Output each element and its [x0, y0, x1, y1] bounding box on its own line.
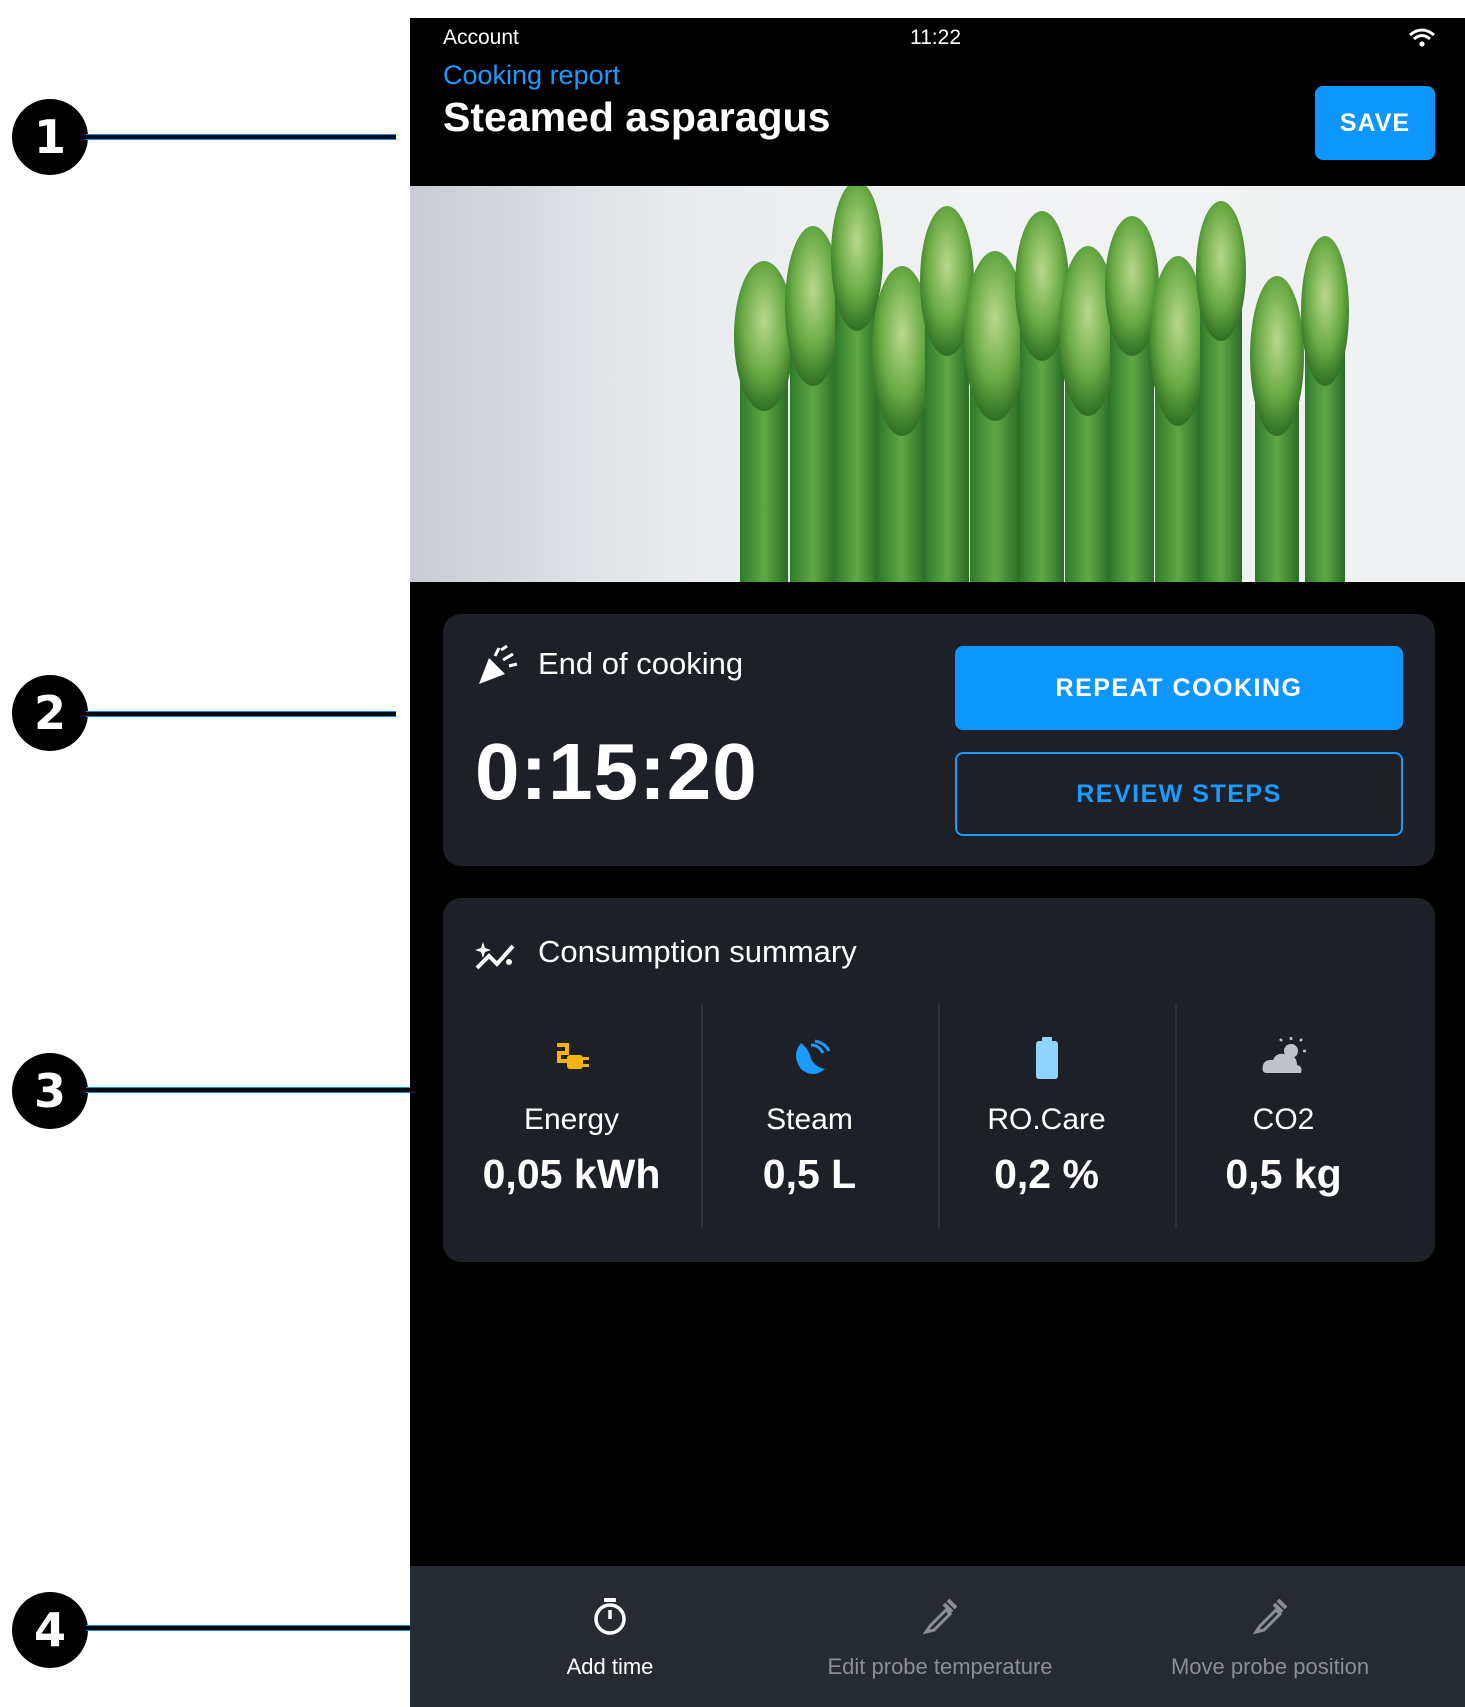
- stopwatch-icon: [445, 1596, 775, 1644]
- wifi-icon: [1409, 28, 1435, 54]
- callout-1-leader: [86, 135, 396, 139]
- ro-care-value: 0,2 %: [994, 1151, 1099, 1197]
- consumption-summary-title: Consumption summary: [538, 934, 857, 969]
- sparkle-chart-icon: [473, 934, 519, 980]
- bottom-action-bar: Add time Edit probe temperature Move pro…: [410, 1566, 1465, 1707]
- callout-3-leader: [86, 1088, 454, 1092]
- probe-icon: [1105, 1596, 1435, 1644]
- page-title: Steamed asparagus: [443, 94, 831, 140]
- page-header: Cooking report Steamed asparagus SAVE: [410, 58, 1465, 204]
- move-probe-position-button[interactable]: Move probe position: [1105, 1566, 1435, 1707]
- edit-probe-temperature-button[interactable]: Edit probe temperature: [775, 1566, 1105, 1707]
- end-of-cooking-card: End of cooking 0:15:20 REPEAT COOKING RE…: [443, 614, 1435, 866]
- co2-label: CO2: [1252, 1103, 1315, 1136]
- party-popper-icon: [473, 644, 519, 690]
- callout-1: 1: [12, 99, 88, 175]
- callout-2-leader: [86, 712, 396, 716]
- steam-label: Steam: [766, 1103, 853, 1136]
- review-steps-button[interactable]: REVIEW STEPS: [955, 752, 1403, 836]
- end-of-cooking-title: End of cooking: [538, 646, 744, 681]
- callout-2: 2: [12, 675, 88, 751]
- ro-care-label: RO.Care: [987, 1103, 1106, 1136]
- co2-value: 0,5 kg: [1225, 1151, 1342, 1197]
- recipe-photo: [410, 186, 1465, 582]
- repeat-cooking-button[interactable]: REPEAT COOKING: [955, 646, 1403, 730]
- move-probe-position-label: Move probe position: [1170, 1654, 1370, 1679]
- callout-3: 3: [12, 1053, 88, 1129]
- energy-metric: Energy 0,05 kWh: [453, 1003, 690, 1229]
- energy-plug-icon: [453, 1035, 690, 1085]
- status-bar: Account 11:22: [410, 18, 1465, 58]
- steam-metric: Steam 0,5 L: [691, 1003, 928, 1229]
- steam-icon: [691, 1035, 928, 1085]
- energy-value: 0,05 kWh: [482, 1151, 661, 1197]
- edit-probe-temperature-label: Edit probe temperature: [827, 1654, 1053, 1679]
- battery-icon: [928, 1035, 1165, 1085]
- callout-4: 4: [12, 1592, 88, 1668]
- energy-label: Energy: [523, 1103, 620, 1136]
- consumption-summary-card: Consumption summary Energy 0,05 kWh Stea…: [443, 898, 1435, 1262]
- probe-icon: [775, 1596, 1105, 1644]
- co2-metric: CO2 0,5 kg: [1165, 1003, 1402, 1229]
- add-time-button[interactable]: Add time: [445, 1566, 775, 1707]
- steam-value: 0,5 L: [762, 1151, 857, 1197]
- save-button[interactable]: SAVE: [1315, 86, 1435, 160]
- add-time-label: Add time: [566, 1654, 654, 1679]
- account-label[interactable]: Account: [443, 26, 519, 50]
- asparagus-illustration: [734, 186, 1349, 582]
- cooking-duration: 0:15:20: [475, 727, 758, 816]
- clock: 11:22: [910, 26, 961, 49]
- cloud-sun-icon: [1165, 1035, 1402, 1085]
- page-subtitle: Cooking report: [443, 60, 621, 90]
- ro-care-metric: RO.Care 0,2 %: [928, 1003, 1165, 1229]
- device-screen: Account 11:22 Cooking report Steamed asp…: [410, 18, 1465, 1707]
